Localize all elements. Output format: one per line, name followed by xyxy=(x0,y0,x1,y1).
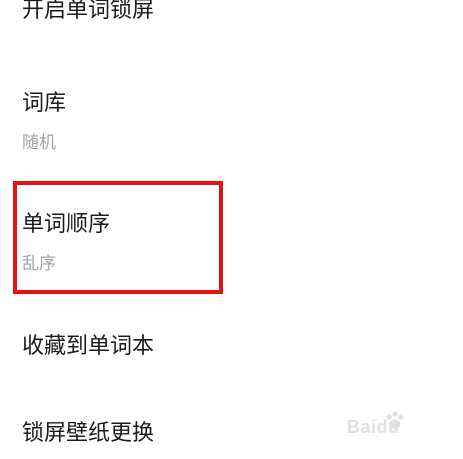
settings-item-title: 收藏到单词本 xyxy=(22,334,155,359)
settings-item-value: 随机 xyxy=(22,133,56,153)
settings-item-word-library[interactable]: 词库 随机 xyxy=(0,80,463,160)
settings-item-add-to-wordbook[interactable]: 收藏到单词本 xyxy=(0,320,463,380)
settings-item-title: 锁屏壁纸更换 xyxy=(22,421,155,446)
settings-item-word-lockscreen[interactable]: 开启单词锁屏 xyxy=(0,0,463,60)
settings-item-value: 乱序 xyxy=(22,254,56,274)
settings-item-title: 开启单词锁屏 xyxy=(22,0,155,23)
settings-item-title: 单词顺序 xyxy=(22,212,111,237)
settings-item-word-order[interactable]: 单词顺序 乱序 xyxy=(0,200,463,280)
settings-item-title: 词库 xyxy=(22,91,67,116)
baidu-watermark: Baidu xyxy=(343,407,435,441)
paw-icon xyxy=(386,411,404,429)
